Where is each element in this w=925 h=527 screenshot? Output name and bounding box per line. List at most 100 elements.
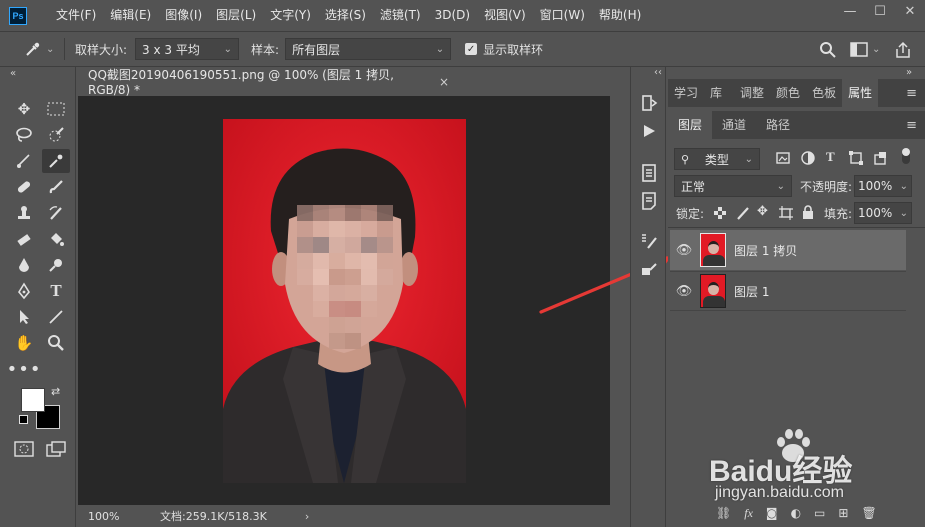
- tab-properties[interactable]: 属性: [842, 79, 879, 107]
- zoom-level[interactable]: 100%: [88, 510, 148, 523]
- history-panel-icon[interactable]: [639, 93, 659, 113]
- menu-file[interactable]: 文件(F): [49, 0, 103, 31]
- sample-size-select[interactable]: 3 x 3 平均 ⌄: [135, 38, 240, 60]
- quick-mask-icon[interactable]: [14, 441, 34, 460]
- adjustment-layer-icon[interactable]: ◐: [791, 506, 801, 520]
- screen-mode-icon[interactable]: [46, 441, 66, 460]
- history-brush-tool-icon[interactable]: [42, 201, 70, 225]
- foreground-color-swatch[interactable]: [21, 388, 45, 412]
- tab-paths[interactable]: 路径: [756, 111, 800, 139]
- menu-view[interactable]: 视图(V): [477, 0, 533, 31]
- line-tool-icon[interactable]: [42, 305, 70, 329]
- show-sampling-ring-checkbox[interactable]: ✓: [465, 43, 478, 55]
- visibility-eye-icon[interactable]: 👁: [670, 284, 698, 299]
- notes-panel-icon[interactable]: [639, 191, 659, 211]
- more-tools-icon[interactable]: •••: [7, 357, 41, 381]
- new-group-icon[interactable]: ▭: [814, 506, 825, 520]
- brush-presets-icon[interactable]: [639, 259, 659, 279]
- tab-color[interactable]: 颜色: [770, 79, 806, 107]
- actions-play-icon[interactable]: [639, 121, 659, 141]
- close-document-button[interactable]: ×: [439, 75, 449, 89]
- blend-mode-select[interactable]: 正常 ⌄: [674, 175, 792, 197]
- panel-menu-icon[interactable]: ≡: [906, 86, 917, 101]
- move-tool-icon[interactable]: ✥: [10, 97, 38, 121]
- tab-channels[interactable]: 通道: [712, 111, 756, 139]
- path-selection-tool-icon[interactable]: [10, 305, 38, 329]
- link-layers-icon[interactable]: ⛓: [716, 506, 731, 520]
- add-mask-icon[interactable]: ◙: [766, 506, 778, 520]
- menu-3d[interactable]: 3D(D): [428, 0, 477, 31]
- visibility-eye-icon[interactable]: 👁: [670, 243, 698, 258]
- dodge-tool-icon[interactable]: [42, 253, 70, 277]
- delete-layer-icon[interactable]: 🗑: [861, 506, 876, 520]
- menu-help[interactable]: 帮助(H): [592, 0, 648, 31]
- tab-swatches[interactable]: 色板: [806, 79, 842, 107]
- expand-panels-icon[interactable]: ‹‹: [654, 67, 662, 78]
- crop-tool-icon[interactable]: [10, 149, 38, 173]
- layers-panel-menu-icon[interactable]: ≡: [906, 118, 917, 133]
- minimize-button[interactable]: —: [835, 0, 865, 22]
- pen-tool-icon[interactable]: [10, 279, 38, 303]
- menu-image[interactable]: 图像(I): [158, 0, 209, 31]
- menu-window[interactable]: 窗口(W): [533, 0, 592, 31]
- paint-bucket-tool-icon[interactable]: [42, 227, 70, 251]
- menu-filter[interactable]: 滤镜(T): [373, 0, 428, 31]
- new-layer-icon[interactable]: ⊞: [838, 506, 848, 520]
- maximize-button[interactable]: ☐: [865, 0, 895, 22]
- quick-selection-tool-icon[interactable]: [42, 123, 70, 147]
- collapse-toolbar-icon[interactable]: «: [10, 68, 16, 79]
- layer-filter-select[interactable]: ⚲ 类型 ⌄: [674, 148, 760, 170]
- status-menu-arrow[interactable]: ›: [305, 510, 309, 523]
- clone-stamp-tool-icon[interactable]: [10, 201, 38, 225]
- filter-type-icon[interactable]: T: [826, 149, 835, 165]
- lock-image-pixels-icon[interactable]: [736, 206, 750, 223]
- filter-pixel-icon[interactable]: [776, 151, 790, 168]
- close-window-button[interactable]: ✕: [895, 0, 925, 22]
- tab-layers[interactable]: 图层: [668, 111, 713, 139]
- collapse-panels-icon[interactable]: »: [906, 67, 912, 78]
- layer-style-fx-icon[interactable]: fx: [744, 506, 753, 521]
- filter-smart-object-icon[interactable]: [873, 151, 887, 168]
- menu-select[interactable]: 选择(S): [318, 0, 373, 31]
- zoom-tool-icon[interactable]: [42, 331, 70, 355]
- tab-adjustments[interactable]: 调整: [734, 79, 770, 107]
- filter-adjustment-icon[interactable]: [801, 151, 815, 168]
- lock-all-icon[interactable]: [802, 205, 814, 222]
- search-icon[interactable]: [819, 41, 837, 62]
- tab-learn[interactable]: 学习: [668, 79, 704, 107]
- lock-position-icon[interactable]: ✥: [757, 204, 768, 219]
- eraser-tool-icon[interactable]: [10, 227, 38, 251]
- menu-edit[interactable]: 编辑(E): [103, 0, 158, 31]
- sample-select[interactable]: 所有图层 ⌄: [285, 38, 452, 60]
- workspace-icon[interactable]: ⌄: [850, 42, 880, 57]
- fill-input[interactable]: 100% ⌄: [854, 202, 912, 224]
- layer-row[interactable]: 👁 图层 1: [670, 271, 906, 311]
- filter-shape-icon[interactable]: [849, 151, 863, 168]
- marquee-tool-icon[interactable]: [42, 97, 70, 121]
- hand-tool-icon[interactable]: ✋: [10, 331, 38, 355]
- lock-transparent-pixels-icon[interactable]: [714, 207, 726, 222]
- healing-brush-tool-icon[interactable]: [10, 175, 38, 199]
- document-tab[interactable]: QQ截图20190406190551.png @ 100% (图层 1 拷贝, …: [78, 67, 449, 97]
- brush-tool-icon[interactable]: [42, 175, 70, 199]
- default-colors-icon[interactable]: [19, 415, 28, 424]
- canvas-area[interactable]: [78, 96, 610, 505]
- menu-layer[interactable]: 图层(L): [209, 0, 263, 31]
- properties-panel-icon[interactable]: [639, 163, 659, 183]
- layer-name[interactable]: 图层 1: [734, 283, 769, 300]
- layer-name[interactable]: 图层 1 拷贝: [734, 242, 797, 259]
- menu-type[interactable]: 文字(Y): [263, 0, 318, 31]
- tab-libraries[interactable]: 库: [704, 79, 728, 107]
- layer-row-copy[interactable]: 👁 图层 1 拷贝: [670, 230, 906, 270]
- eyedropper-tool-preset-icon[interactable]: ⌄: [24, 40, 58, 58]
- filter-toggle-switch[interactable]: [902, 148, 910, 164]
- brush-settings-icon[interactable]: [639, 231, 659, 251]
- swap-colors-icon[interactable]: ⇄: [51, 385, 60, 398]
- type-tool-icon[interactable]: T: [42, 279, 70, 303]
- eyedropper-tool-icon[interactable]: [42, 149, 70, 173]
- share-icon[interactable]: [895, 41, 911, 62]
- lasso-tool-icon[interactable]: [10, 123, 38, 147]
- opacity-input[interactable]: 100% ⌄: [854, 175, 912, 197]
- blur-tool-icon[interactable]: [10, 253, 38, 277]
- lock-artboard-icon[interactable]: [779, 206, 793, 223]
